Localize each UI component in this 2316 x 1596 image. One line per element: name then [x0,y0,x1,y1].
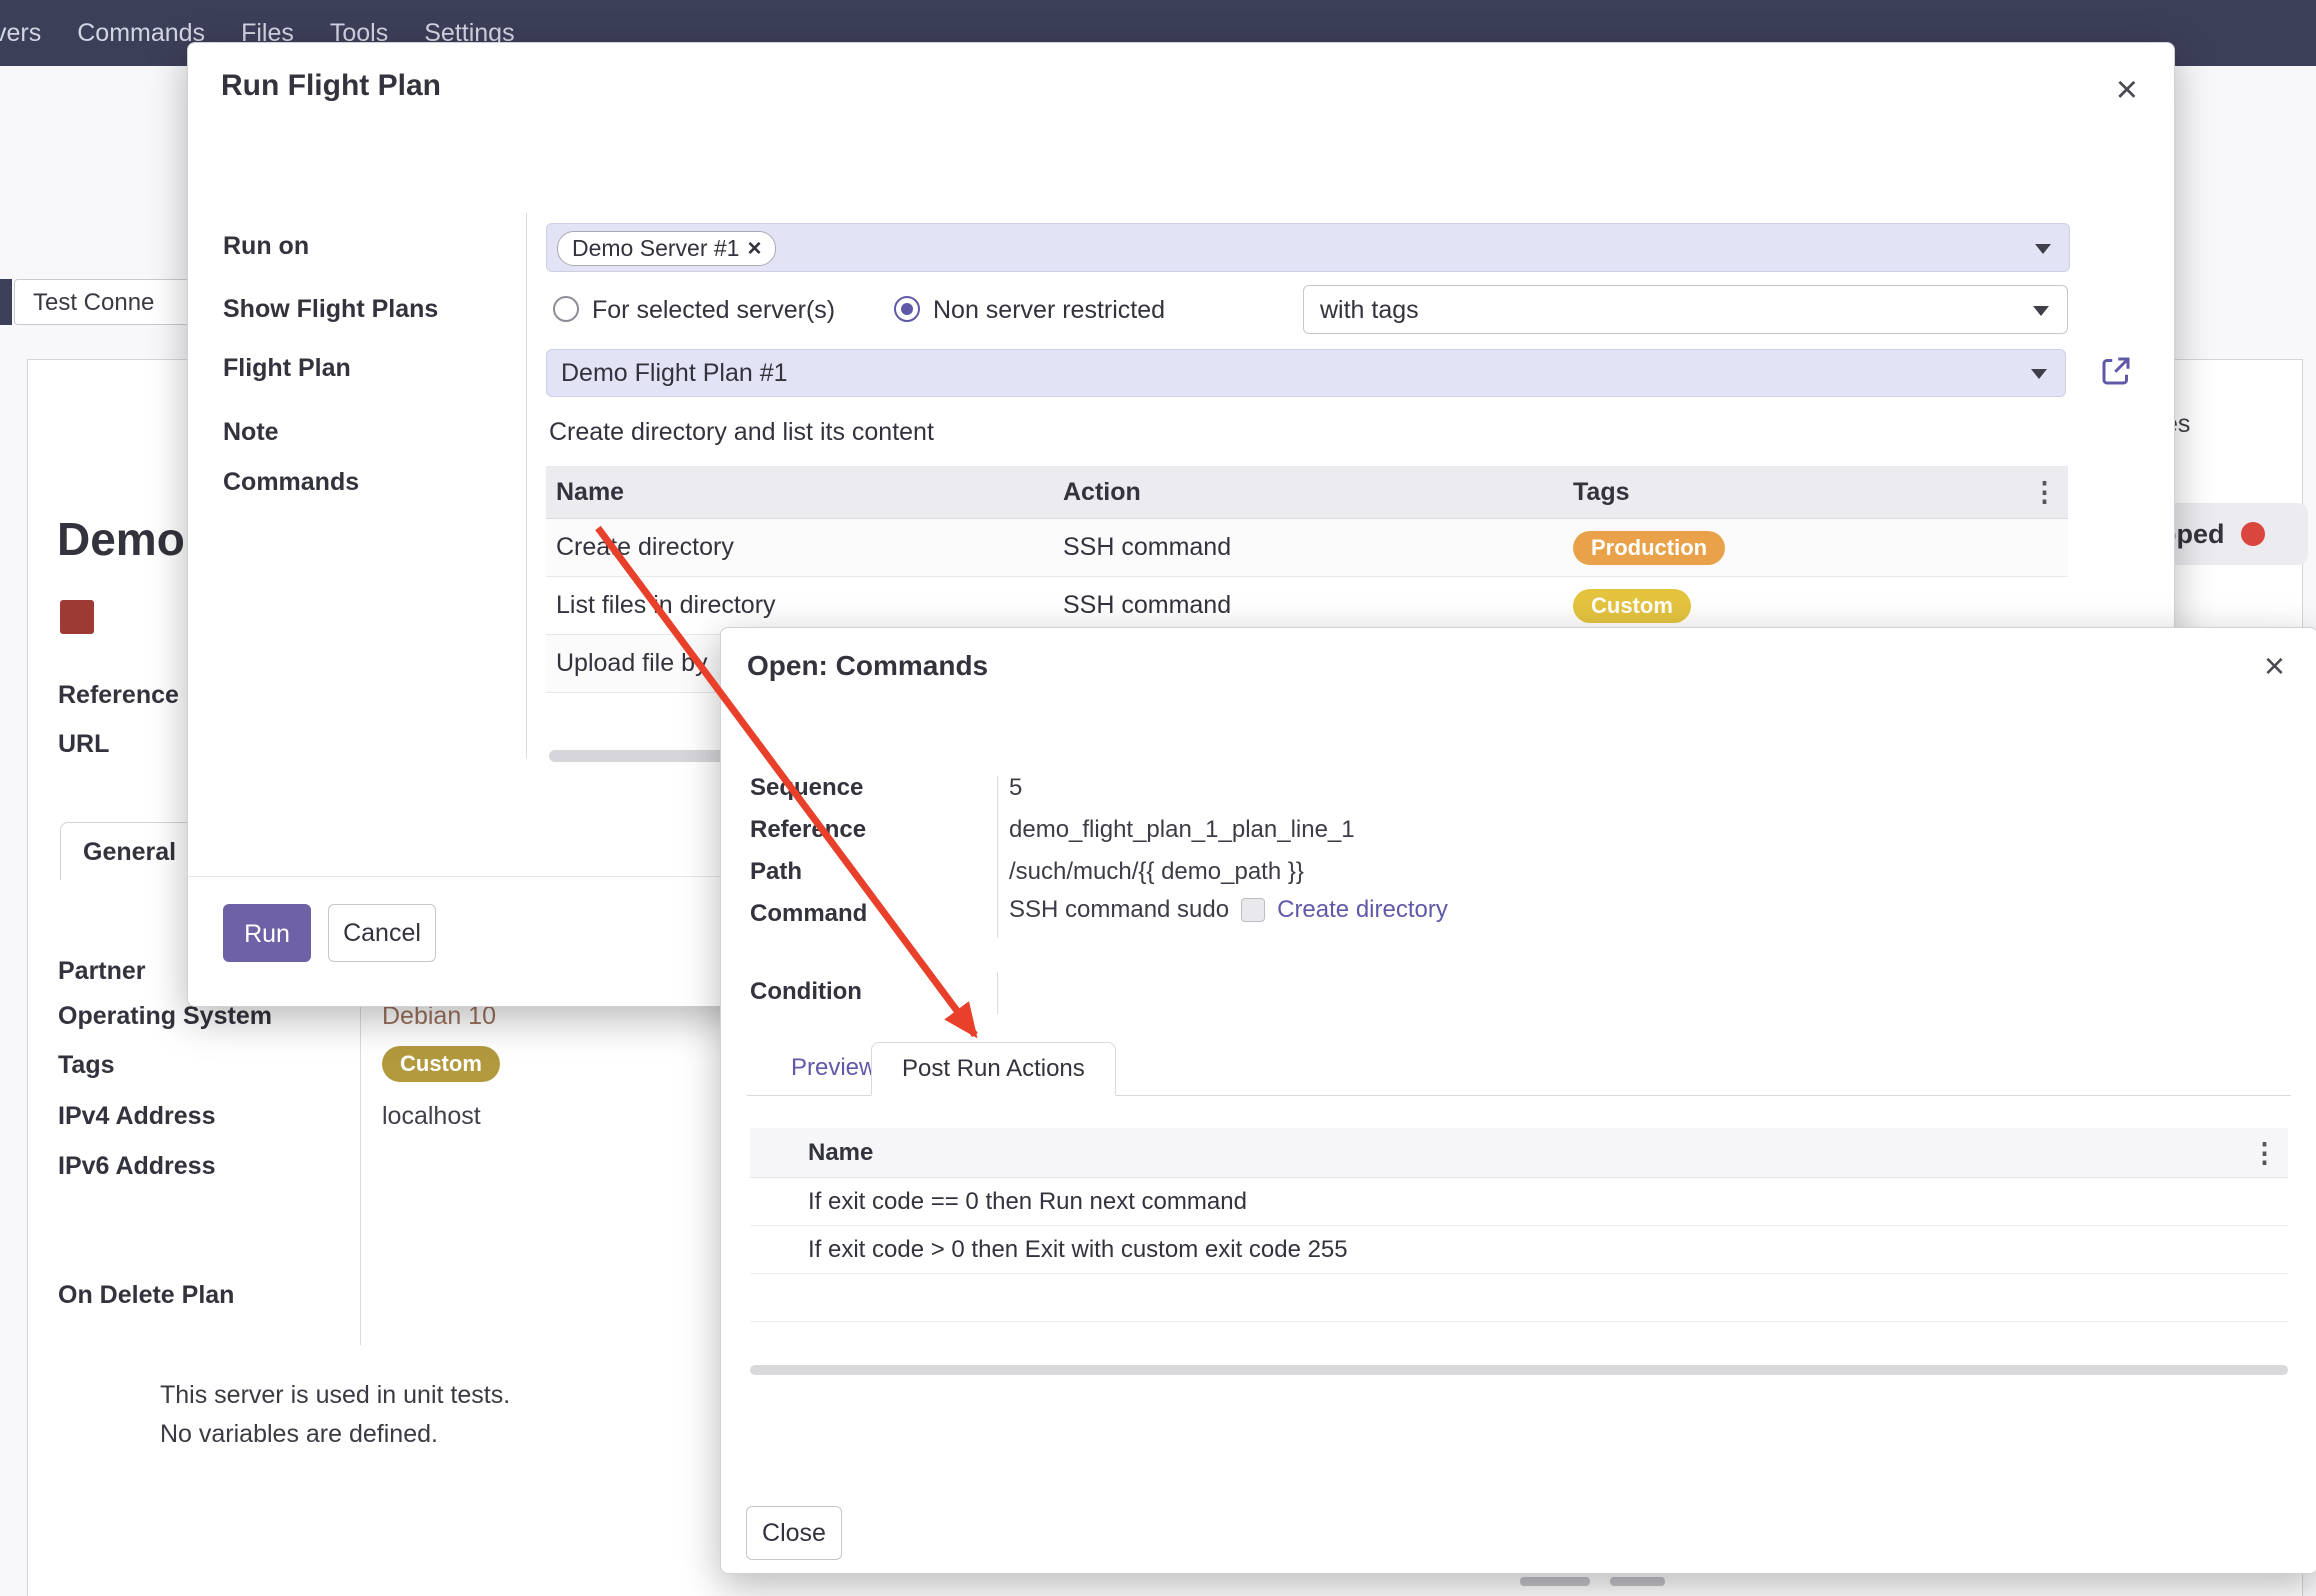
screen: vers Commands Files Tools Settings Test … [0,0,2316,1596]
cell-tags: Custom [1573,577,2068,634]
unit-test-note-line2: No variables are defined. [160,1420,438,1449]
external-link-icon[interactable] [2098,353,2134,389]
radio-non-server-restricted-label[interactable]: Non server restricted [933,296,1165,325]
path-label: Path [750,858,802,886]
flight-plan-select[interactable]: Demo Flight Plan #1 [546,349,2066,397]
table-options-icon[interactable]: ⋮ [2251,1128,2278,1178]
path-value: /such/much/{{ demo_path }} [1009,858,1304,886]
command-value-row: SSH command sudo Create directory [1009,896,1448,924]
command-link[interactable]: Create directory [1277,896,1448,924]
note-label: Note [223,418,279,447]
field-column-divider [997,776,998,938]
nav-item-commands[interactable]: Commands [77,0,205,66]
sequence-label: Sequence [750,774,863,802]
run-flight-plan-title: Run Flight Plan [221,69,441,103]
run-on-label: Run on [223,232,309,261]
cell-name: Create directory [546,519,1063,576]
tab-post-run-actions[interactable]: Post Run Actions [871,1042,1116,1096]
cell-action: SSH command [1063,519,1573,576]
condition-divider [997,972,998,1014]
with-tags-select[interactable]: with tags [1303,285,2068,334]
flight-plan-value: Demo Flight Plan #1 [561,359,788,388]
notebook-tabs: Preview Post Run Actions [747,1042,2291,1096]
tab-general[interactable]: General [60,822,195,880]
hidden-content-bar [1610,1577,1665,1586]
server-color-swatch[interactable] [60,600,94,634]
run-button[interactable]: Run [223,904,311,962]
post-run-actions-header: Name ⋮ [750,1128,2288,1178]
column-header-action[interactable]: Action [1063,466,1573,518]
open-commands-title: Open: Commands [747,650,988,682]
command-checkbox[interactable] [1241,898,1265,922]
table-row[interactable]: If exit code == 0 then Run next command [750,1178,2288,1226]
server-chip[interactable]: Demo Server #1 × [557,231,776,266]
chevron-down-icon[interactable] [2031,369,2047,379]
run-on-server-select[interactable]: Demo Server #1 × [546,223,2070,272]
close-icon[interactable]: × [2264,648,2285,684]
form-column-divider [360,955,361,1345]
tag-badge-custom[interactable]: Custom [382,1046,500,1082]
column-header-name[interactable]: Name [546,466,1063,518]
chevron-down-icon[interactable] [2035,244,2051,254]
note-value: Create directory and list its content [549,418,934,447]
open-commands-modal: Open: Commands × Sequence 5 Reference de… [720,627,2316,1574]
column-header-tags[interactable]: Tags [1573,466,2068,518]
radio-non-server-restricted[interactable] [894,296,920,322]
unit-test-note-line1: This server is used in unit tests. [160,1381,510,1410]
close-button[interactable]: Close [746,1506,842,1560]
tags-label: Tags [58,1051,115,1080]
tag-badge-production: Production [1573,531,1725,565]
column-header-name[interactable]: Name [808,1139,873,1166]
sequence-value: 5 [1009,774,1022,802]
reference-label: Reference [58,681,179,710]
flight-plan-label: Flight Plan [223,354,351,383]
cell-tags: Production [1573,519,2068,576]
ipv4-value: localhost [382,1102,481,1131]
label-column-divider [526,213,527,758]
cell-name: List files in directory [546,577,1063,634]
table-row-empty [750,1274,2288,1322]
server-page-title: Demo [57,512,185,566]
commands-table-header: Name Action Tags ⋮ [546,466,2068,519]
commands-label: Commands [223,468,359,497]
url-label: URL [58,730,109,759]
reference-label: Reference [750,816,866,844]
cancel-button[interactable]: Cancel [328,904,436,962]
radio-for-selected-servers[interactable] [553,296,579,322]
close-icon[interactable]: × [2116,71,2138,109]
nav-item-servers[interactable]: vers [0,0,41,66]
post-run-actions-table: Name ⋮ If exit code == 0 then Run next c… [750,1128,2288,1322]
chip-remove-icon[interactable]: × [747,232,761,265]
hidden-content-bar [1520,1577,1590,1586]
chevron-down-icon[interactable] [2033,306,2049,316]
ipv6-label: IPv6 Address [58,1152,215,1181]
status-stopped-dot-icon [2241,522,2265,546]
table-options-icon[interactable]: ⋮ [2031,466,2058,518]
command-label: Command [750,900,867,928]
server-chip-label: Demo Server #1 [572,232,739,265]
table-row[interactable]: If exit code > 0 then Exit with custom e… [750,1226,2288,1274]
show-flight-plans-label: Show Flight Plans [223,295,438,324]
tag-badge-custom: Custom [1573,589,1691,623]
radio-for-selected-servers-label[interactable]: For selected server(s) [592,296,835,325]
command-value: SSH command sudo [1009,896,1229,924]
with-tags-value: with tags [1320,296,1419,325]
condition-label: Condition [750,978,862,1006]
on-delete-plan-label: On Delete Plan [58,1281,234,1310]
horizontal-scrollbar-thumb[interactable] [750,1365,2288,1375]
cell-action: SSH command [1063,577,1573,634]
partner-label: Partner [58,957,146,986]
reference-value: demo_flight_plan_1_plan_line_1 [1009,816,1355,844]
table-row[interactable]: Create directory SSH command Production [546,519,2068,577]
ipv4-label: IPv4 Address [58,1102,215,1131]
nav-edge-decoration [0,279,12,325]
